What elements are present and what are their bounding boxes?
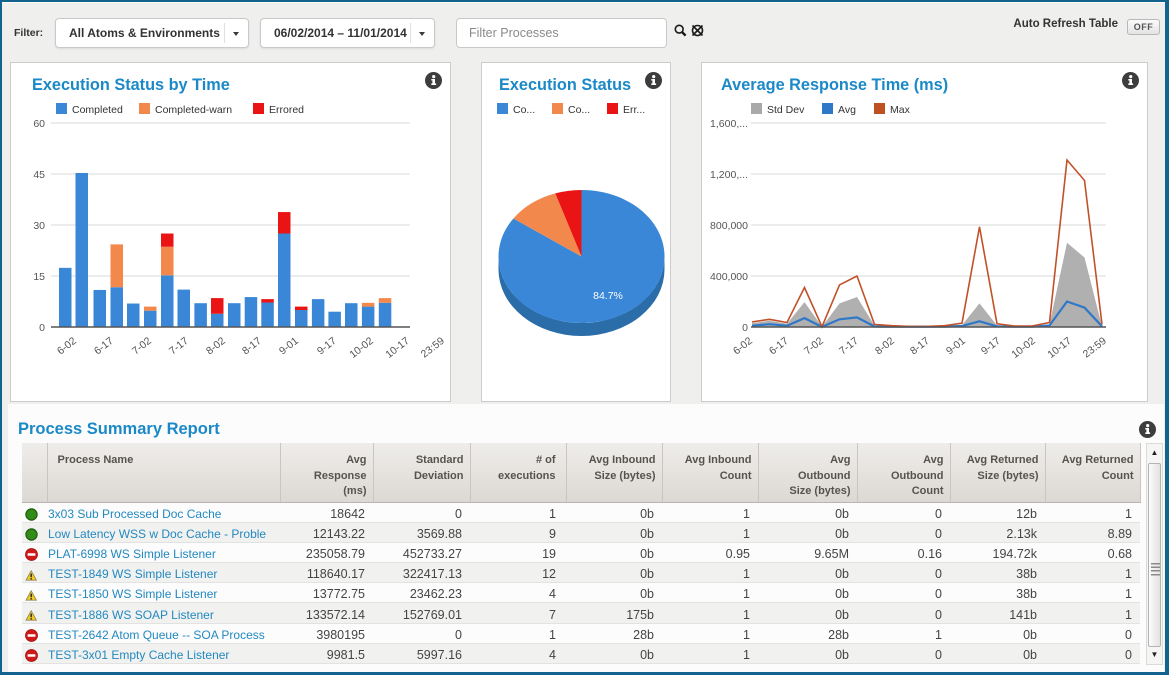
- svg-text:6-17: 6-17: [92, 335, 116, 357]
- svg-text:6-17: 6-17: [767, 335, 791, 357]
- svg-text:8-02: 8-02: [204, 335, 228, 357]
- svg-text:7-02: 7-02: [130, 335, 154, 357]
- svg-text:23:59: 23:59: [1081, 335, 1109, 361]
- svg-text:0: 0: [742, 322, 748, 334]
- svg-text:9-17: 9-17: [979, 335, 1003, 357]
- svg-text:1,200,...: 1,200,...: [710, 169, 748, 181]
- svg-text:0: 0: [39, 322, 45, 334]
- svg-text:Co...: Co...: [513, 104, 535, 116]
- svg-text:10-02: 10-02: [1009, 335, 1038, 361]
- svg-text:Co...: Co...: [568, 104, 590, 116]
- svg-text:15: 15: [33, 271, 45, 283]
- svg-text:Avg: Avg: [838, 104, 856, 116]
- svg-text:Completed-warn: Completed-warn: [155, 104, 232, 116]
- svg-text:Execution Status: Execution Status: [499, 76, 631, 94]
- svg-text:Execution Status by Time: Execution Status by Time: [32, 76, 230, 94]
- svg-text:45: 45: [33, 169, 45, 181]
- svg-text:7-17: 7-17: [167, 335, 191, 357]
- svg-text:23:59: 23:59: [419, 335, 447, 361]
- svg-text:7-17: 7-17: [837, 335, 861, 357]
- svg-text:Max: Max: [890, 104, 911, 116]
- svg-text:10-17: 10-17: [1045, 335, 1074, 361]
- svg-text:Errored: Errored: [269, 104, 304, 116]
- svg-text:9-17: 9-17: [315, 335, 339, 357]
- svg-text:30: 30: [33, 220, 45, 232]
- svg-text:800,000: 800,000: [710, 220, 748, 232]
- svg-text:9-01: 9-01: [277, 335, 301, 357]
- svg-text:9-01: 9-01: [944, 335, 968, 357]
- svg-text:Err...: Err...: [623, 104, 645, 116]
- svg-text:10-02: 10-02: [347, 335, 376, 361]
- svg-text:60: 60: [33, 118, 45, 130]
- svg-text:84.7%: 84.7%: [593, 290, 623, 302]
- svg-text:6-02: 6-02: [55, 335, 79, 357]
- svg-text:Average Response Time (ms): Average Response Time (ms): [721, 76, 948, 94]
- svg-text:8-17: 8-17: [240, 335, 264, 357]
- svg-text:8-17: 8-17: [908, 335, 932, 357]
- svg-text:8-02: 8-02: [873, 335, 897, 357]
- svg-text:1,600,...: 1,600,...: [710, 118, 748, 130]
- svg-text:6-02: 6-02: [731, 335, 755, 357]
- svg-text:Std Dev: Std Dev: [767, 104, 805, 116]
- svg-text:10-17: 10-17: [383, 335, 412, 361]
- svg-text:400,000: 400,000: [710, 271, 748, 283]
- svg-text:7-02: 7-02: [802, 335, 826, 357]
- svg-text:Completed: Completed: [72, 104, 123, 116]
